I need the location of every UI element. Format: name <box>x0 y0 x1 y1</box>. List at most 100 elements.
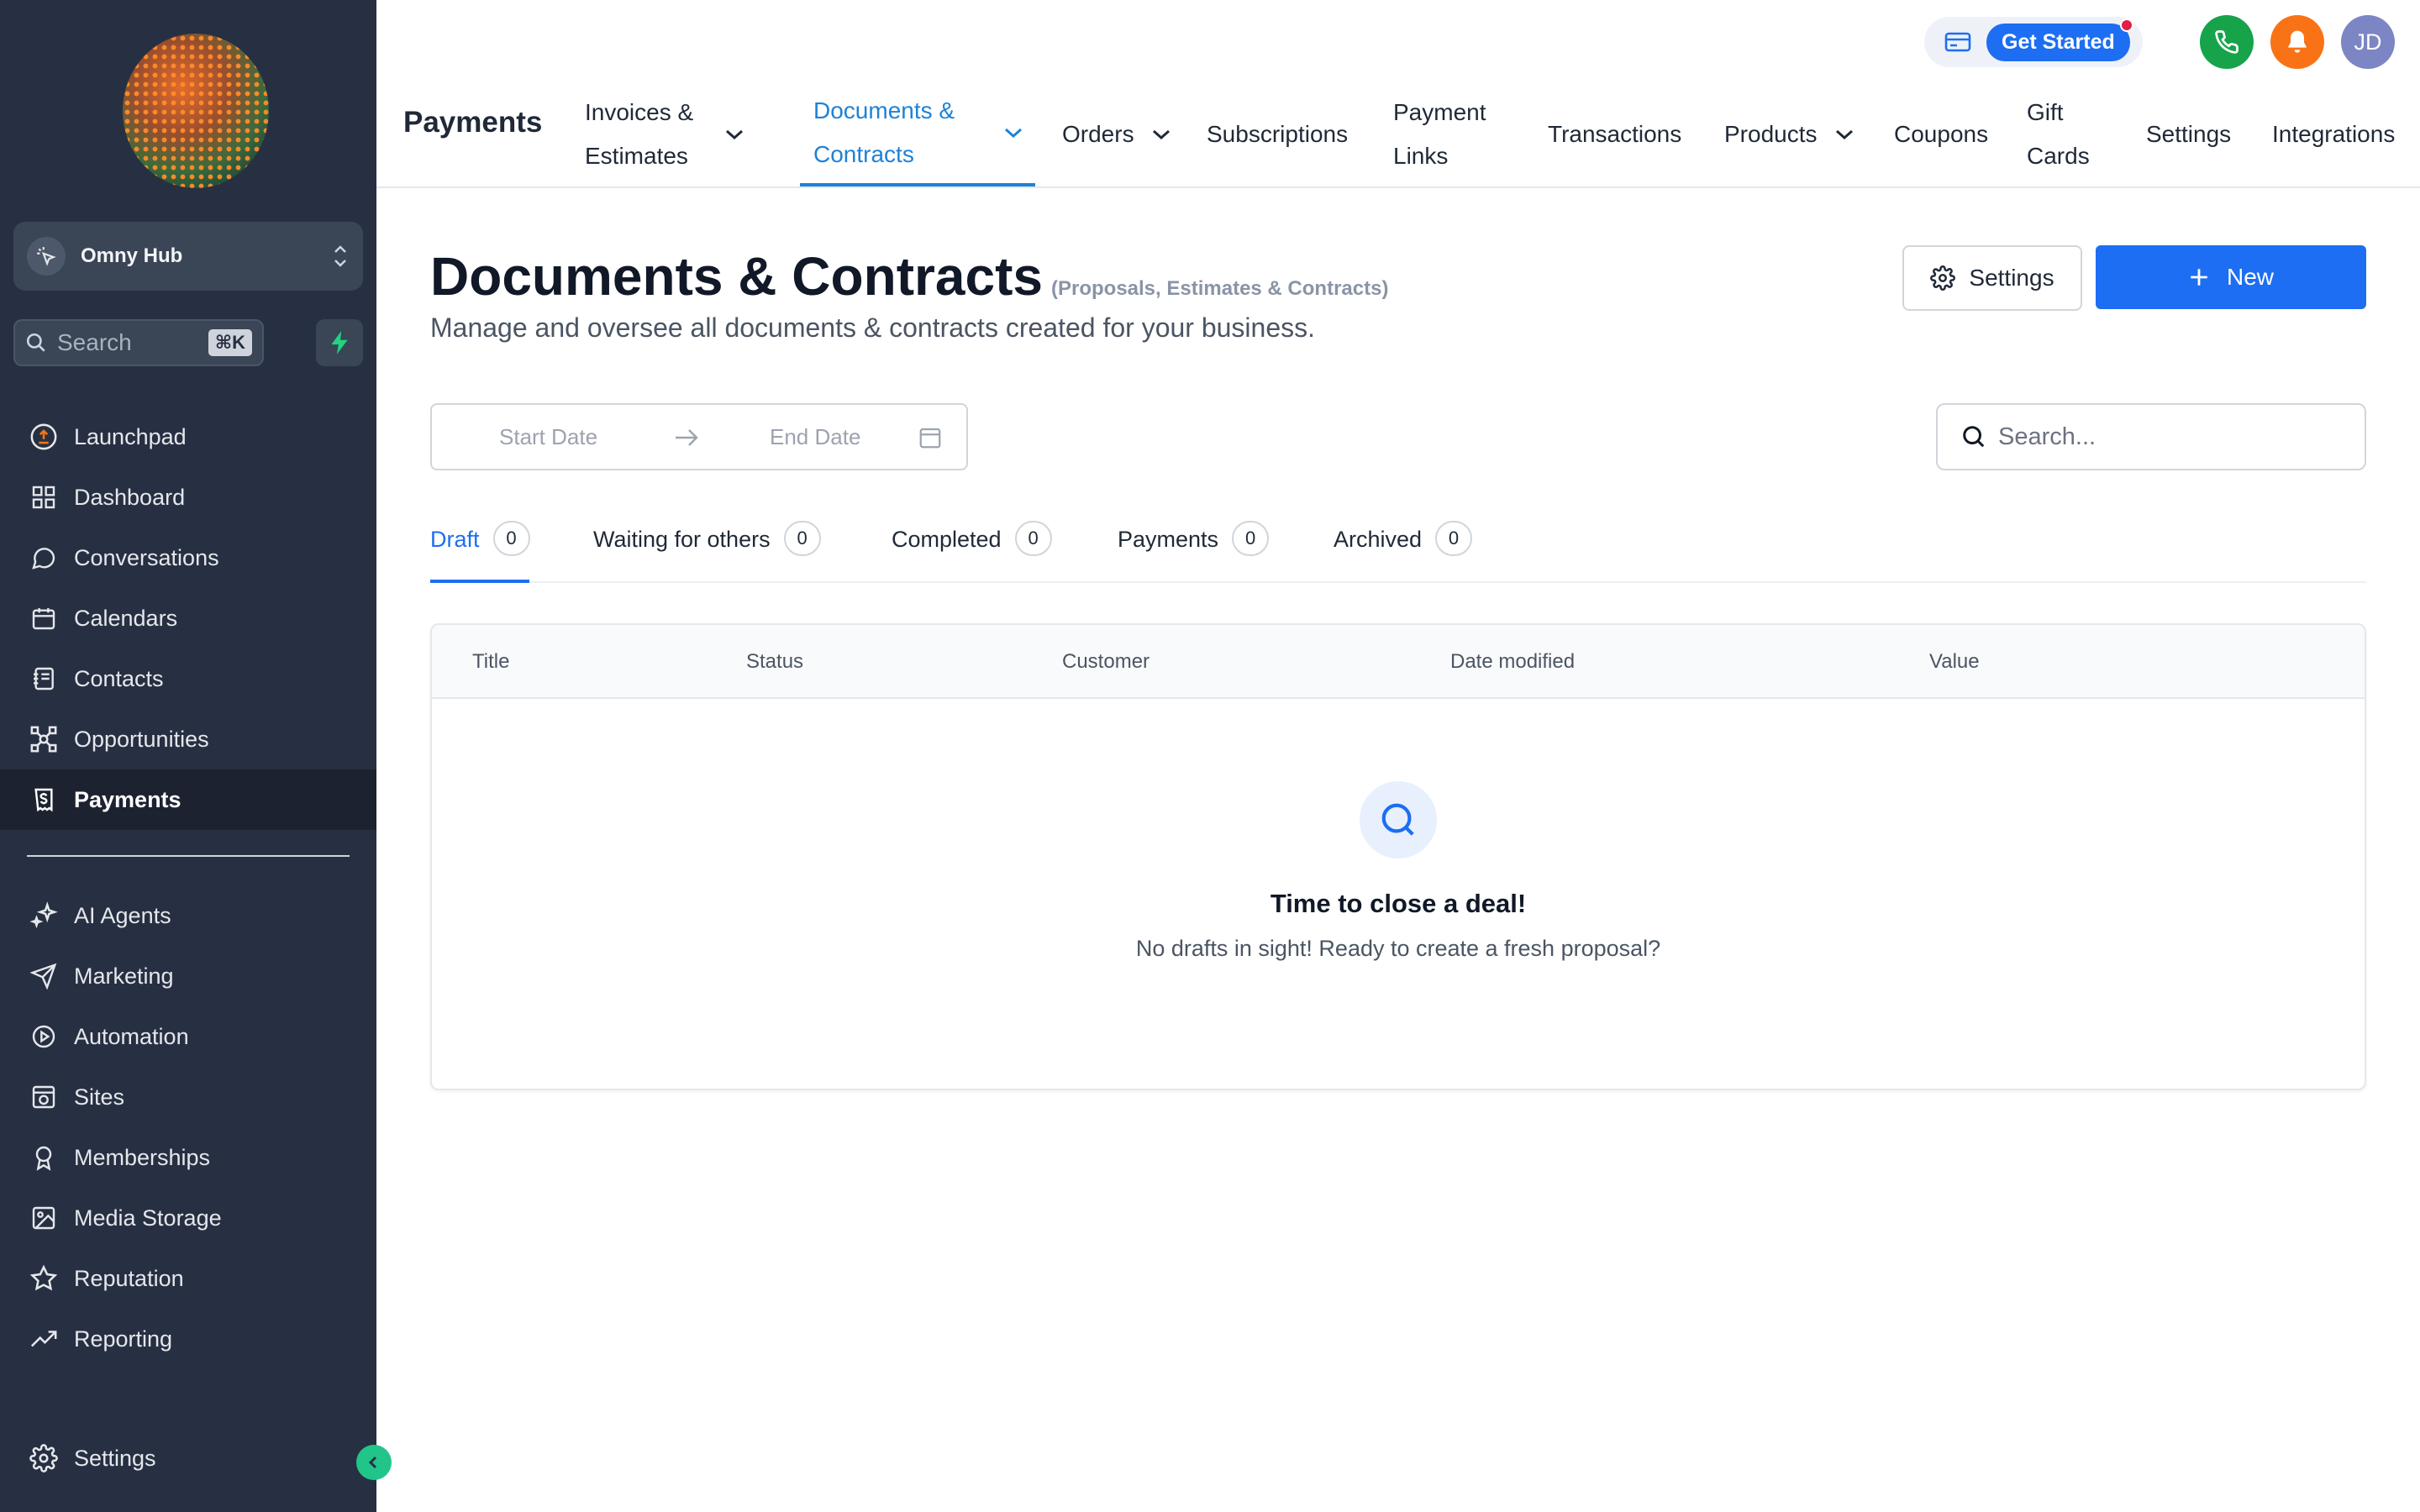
tab-orders[interactable]: Orders <box>1062 82 1171 186</box>
tab-label: Payment Links <box>1393 99 1486 169</box>
credit-card-icon <box>1944 31 1971 53</box>
tab-products[interactable]: Products <box>1724 82 1854 186</box>
sidebar-collapse-button[interactable] <box>356 1445 392 1480</box>
automation-icon <box>27 1020 60 1053</box>
sidebar-item-automation[interactable]: Automation <box>0 1006 376 1067</box>
account-switcher[interactable]: Omny Hub <box>13 222 363 291</box>
tab-draft[interactable]: Draft 0 <box>430 521 530 583</box>
tab-gift-cards[interactable]: Gift Cards <box>2027 82 2111 186</box>
contacts-icon <box>27 662 60 696</box>
sidebar-item-label: Reporting <box>74 1326 173 1352</box>
documents-table: Title Status Customer Date modified Valu… <box>430 623 2366 1090</box>
sidebar-item-ai-agents[interactable]: AI Agents <box>0 885 376 946</box>
gear-icon <box>27 1441 60 1475</box>
image-icon <box>27 1201 60 1235</box>
notifications-button[interactable] <box>2270 15 2324 69</box>
payments-icon <box>27 783 60 816</box>
tab-label: Archived <box>1334 527 1423 552</box>
column-value[interactable]: Value <box>1929 650 1980 674</box>
tab-completed[interactable]: Completed 0 <box>892 521 1052 583</box>
settings-button[interactable]: Settings <box>1902 245 2082 311</box>
sidebar-item-marketing[interactable]: Marketing <box>0 946 376 1006</box>
tab-subscriptions[interactable]: Subscriptions <box>1207 82 1348 186</box>
sidebar-item-payments[interactable]: Payments <box>0 769 376 830</box>
search-shortcut-badge: ⌘K <box>208 329 252 356</box>
calendar-icon <box>27 601 60 635</box>
tab-label: Products <box>1724 121 1818 147</box>
settings-button-label: Settings <box>1969 265 2054 291</box>
column-date-modified[interactable]: Date modified <box>1450 650 1575 674</box>
tab-archived[interactable]: Archived 0 <box>1334 521 1473 583</box>
sidebar-item-sites[interactable]: Sites <box>0 1067 376 1127</box>
sidebar-item-label: Opportunities <box>74 726 209 752</box>
sidebar-item-reputation[interactable]: Reputation <box>0 1248 376 1309</box>
tab-transactions[interactable]: Transactions <box>1548 82 1681 186</box>
sidebar-item-label: Settings <box>74 1445 156 1471</box>
sidebar-item-settings[interactable]: Settings <box>0 1428 376 1488</box>
sidebar-item-label: Automation <box>74 1023 189 1049</box>
star-icon <box>27 1262 60 1295</box>
quick-actions-button[interactable] <box>316 319 363 366</box>
sidebar-item-calendars[interactable]: Calendars <box>0 588 376 648</box>
tab-integrations[interactable]: Integrations <box>2272 82 2395 186</box>
company-logo[interactable] <box>123 34 269 188</box>
sidebar-item-label: Conversations <box>74 544 219 570</box>
sidebar-item-media-storage[interactable]: Media Storage <box>0 1188 376 1248</box>
sidebar-item-memberships[interactable]: Memberships <box>0 1127 376 1188</box>
calendar-icon <box>918 425 943 450</box>
count-badge: 0 <box>1435 521 1473 556</box>
documents-search-input[interactable]: Search... <box>1936 403 2366 470</box>
notification-dot <box>2119 18 2133 32</box>
tab-payments[interactable]: Payments 0 <box>1118 521 1270 583</box>
tab-invoices-estimates[interactable]: Invoices & Estimates <box>585 82 744 186</box>
tab-coupons[interactable]: Coupons <box>1894 82 1988 186</box>
launchpad-icon <box>27 420 60 454</box>
empty-state-title: Time to close a deal! <box>1270 889 1527 918</box>
date-range-picker[interactable]: Start Date End Date <box>430 403 968 470</box>
sidebar-item-launchpad[interactable]: Launchpad <box>0 407 376 467</box>
start-date-placeholder: Start Date <box>499 423 598 449</box>
new-button[interactable]: New <box>2096 245 2366 309</box>
tab-label: Documents & Contracts <box>813 97 955 167</box>
page-title-text: Documents & Contracts <box>430 246 1043 307</box>
trend-icon <box>27 1322 60 1356</box>
top-header: Get Started JD Payments Invoices & Estim… <box>376 0 2420 188</box>
count-badge: 0 <box>492 521 530 556</box>
send-icon <box>27 959 60 993</box>
sidebar-item-dashboard[interactable]: Dashboard <box>0 467 376 528</box>
tab-waiting-for-others[interactable]: Waiting for others 0 <box>593 521 821 583</box>
sidebar-item-opportunities[interactable]: Opportunities <box>0 709 376 769</box>
tab-payment-links[interactable]: Payment Links <box>1393 82 1502 186</box>
sites-icon <box>27 1080 60 1114</box>
account-name: Omny Hub <box>81 244 183 267</box>
column-title[interactable]: Title <box>472 650 509 674</box>
tab-settings[interactable]: Settings <box>2146 82 2231 186</box>
sidebar-nav-primary: Launchpad Dashboard Conversations Calend… <box>0 407 376 830</box>
bell-icon <box>2288 30 2307 53</box>
phone-button[interactable] <box>2200 15 2254 69</box>
sidebar-item-conversations[interactable]: Conversations <box>0 528 376 588</box>
avatar-initials: JD <box>2354 29 2382 55</box>
sidebar-item-contacts[interactable]: Contacts <box>0 648 376 709</box>
chevron-up-down-icon <box>331 242 350 270</box>
search-icon <box>25 332 47 354</box>
tab-label: Settings <box>2146 121 2232 147</box>
get-started-button[interactable]: Get Started <box>1986 18 2133 61</box>
tab-label: Gift Cards <box>2027 99 2090 169</box>
sidebar-item-reporting[interactable]: Reporting <box>0 1309 376 1369</box>
plus-icon <box>2188 266 2210 288</box>
get-started-widget[interactable]: Get Started <box>1924 17 2143 67</box>
tab-documents-contracts[interactable]: Documents & Contracts <box>800 82 1035 186</box>
sidebar-item-label: Contacts <box>74 665 164 691</box>
column-status[interactable]: Status <box>746 650 803 674</box>
user-avatar[interactable]: JD <box>2341 15 2395 69</box>
column-customer[interactable]: Customer <box>1062 650 1150 674</box>
count-badge: 0 <box>783 521 821 556</box>
module-title: Payments <box>403 106 543 139</box>
sidebar-search[interactable]: Search ⌘K <box>13 319 264 366</box>
sidebar-item-label: Launchpad <box>74 423 187 449</box>
sidebar-item-label: Reputation <box>74 1265 184 1291</box>
tab-label: Completed <box>892 527 1002 552</box>
badge-icon <box>27 1141 60 1174</box>
tab-label: Invoices & Estimates <box>585 99 694 169</box>
